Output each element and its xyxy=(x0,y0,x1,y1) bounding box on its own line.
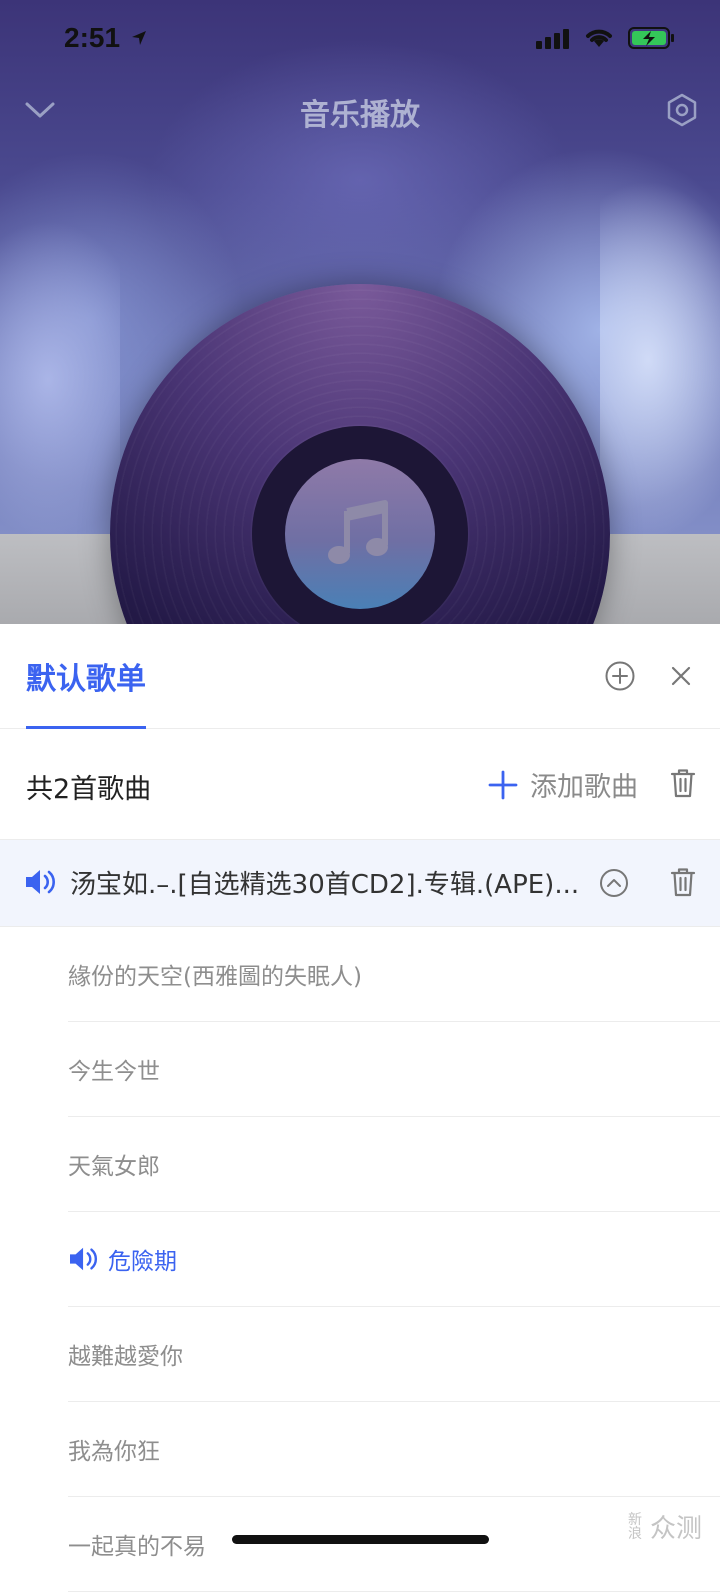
plus-circle-icon xyxy=(605,661,635,691)
close-button[interactable] xyxy=(661,656,701,696)
song-title: 危險期 xyxy=(108,1249,177,1275)
song-item[interactable]: 越難越愛你 xyxy=(68,1307,720,1402)
song-item[interactable]: 緣份的天空(西雅圖的失眠人) xyxy=(68,927,720,1022)
album-row[interactable]: 汤宝如.–.[自选精选30首CD2].专辑.(APE)... xyxy=(0,840,720,927)
plus-icon xyxy=(488,770,518,799)
cellular-signal-icon xyxy=(536,29,569,49)
song-item[interactable]: 天氣女郎 xyxy=(68,1117,720,1212)
chevron-up-circle-icon xyxy=(600,869,628,897)
page-title: 音乐播放 xyxy=(300,98,420,133)
song-count: 共2首歌曲 xyxy=(26,774,152,805)
album-expand-button[interactable] xyxy=(594,863,634,903)
clear-list-button[interactable] xyxy=(663,763,703,803)
song-item[interactable]: 我為你狂 xyxy=(68,1402,720,1497)
watermark: 新浪 众测 xyxy=(628,1508,702,1545)
background-glow-right xyxy=(600,180,720,540)
song-title: 天氣女郎 xyxy=(68,1154,160,1180)
watermark-small-text: 新浪 xyxy=(628,1511,642,1542)
watermark-big-text: 众测 xyxy=(650,1513,703,1543)
playlist-tabbar: 默认歌单 xyxy=(0,624,720,729)
playlist-sheet: 默认歌单 共2首歌曲 添加歌曲 汤宝如.–.[自选精选30首CD2].专辑.(A… xyxy=(0,624,720,1592)
add-songs-button[interactable]: 添加歌曲 xyxy=(488,765,638,804)
close-icon xyxy=(671,666,691,686)
song-item[interactable]: 今生今世 xyxy=(68,1022,720,1117)
status-time-text: 2:51 xyxy=(64,22,121,53)
location-arrow-icon xyxy=(131,31,146,45)
song-count-row: 共2首歌曲 添加歌曲 xyxy=(0,729,720,840)
album-delete-button[interactable] xyxy=(663,862,703,902)
speaker-icon xyxy=(68,1245,100,1273)
status-time: 2:51 xyxy=(64,22,148,54)
background-glow-left xyxy=(0,220,120,540)
song-title: 今生今世 xyxy=(68,1059,160,1085)
status-icons xyxy=(536,26,676,50)
trash-icon xyxy=(670,868,696,897)
wifi-icon xyxy=(586,29,612,47)
song-title: 我為你狂 xyxy=(68,1439,160,1465)
home-indicator[interactable] xyxy=(232,1535,489,1544)
add-songs-label: 添加歌曲 xyxy=(530,772,638,803)
song-title: 一起真的不易 xyxy=(68,1534,206,1560)
song-list: 緣份的天空(西雅圖的失眠人) 今生今世天氣女郎危險期越難越愛你我為你狂一起真的不易 xyxy=(0,927,720,1592)
settings-hexagon-icon xyxy=(667,93,697,127)
trash-icon xyxy=(670,769,696,798)
music-note-icon xyxy=(328,500,388,564)
song-title: 越難越愛你 xyxy=(68,1344,183,1370)
song-title: 緣份的天空(西雅圖的失眠人) xyxy=(68,964,362,990)
song-item[interactable]: 一起真的不易 xyxy=(68,1497,720,1592)
speaker-icon xyxy=(26,870,55,894)
vinyl-record xyxy=(110,284,610,624)
album-cover xyxy=(285,459,435,609)
song-item[interactable]: 危險期 xyxy=(68,1212,720,1307)
battery-charging-icon xyxy=(628,27,674,49)
add-playlist-button[interactable] xyxy=(600,656,640,696)
album-title: 汤宝如.–.[自选精选30首CD2].专辑.(APE)... xyxy=(70,870,580,900)
tab-default-playlist[interactable]: 默认歌单 xyxy=(26,654,146,698)
settings-button[interactable] xyxy=(662,90,702,130)
